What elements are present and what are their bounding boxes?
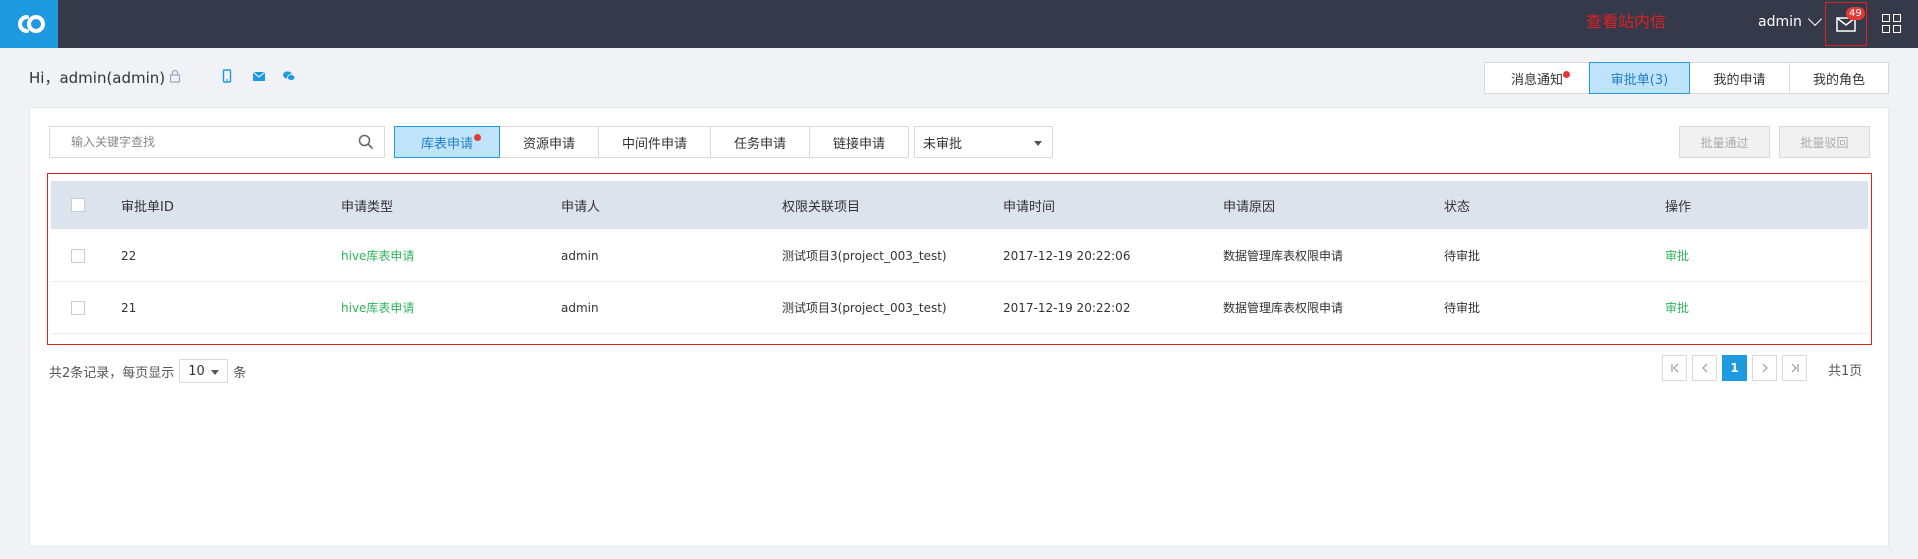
greeting: Hi，admin(admin) xyxy=(29,69,166,87)
approval-id: 21 xyxy=(121,300,137,315)
next-page-button[interactable] xyxy=(1752,355,1777,381)
tab-table-application[interactable]: 库表申请 xyxy=(394,126,500,158)
application-type-link[interactable]: hive库表申请 xyxy=(341,282,414,333)
tab-my-applications[interactable]: 我的申请 xyxy=(1689,62,1790,94)
column-header: 申请类型 xyxy=(341,199,394,215)
applicant: admin xyxy=(561,248,599,263)
top-bar: 查看站内信 admin 49 xyxy=(0,0,1918,48)
tab-label: 审批单(3) xyxy=(1610,72,1669,88)
application-reason: 数据管理库表权限申请 xyxy=(1223,301,1344,315)
tab-label: 我的申请 xyxy=(1713,72,1766,88)
total-pages: 共1页 xyxy=(1828,364,1863,379)
chevron-right-icon xyxy=(1762,363,1768,373)
tab-label: 我的角色 xyxy=(1812,72,1865,88)
search-icon[interactable] xyxy=(358,134,374,150)
tab-label: 任务申请 xyxy=(733,136,786,152)
tab-notifications[interactable]: 消息通知 xyxy=(1484,62,1590,94)
application-reason: 数据管理库表权限申请 xyxy=(1223,249,1344,263)
records-summary: 共2条记录，每页显示 10 条 xyxy=(49,359,246,383)
approval-id: 22 xyxy=(121,248,137,263)
status: 待审批 xyxy=(1444,249,1481,263)
tab-label: 库表申请 xyxy=(420,136,473,152)
last-page-icon xyxy=(1791,363,1799,373)
batch-reject-button[interactable]: 批量驳回 xyxy=(1779,126,1870,158)
email-icon[interactable] xyxy=(252,69,266,83)
application-time: 2017-12-19 20:22:02 xyxy=(1003,300,1131,315)
wechat-icon[interactable] xyxy=(282,69,296,83)
table-row: 22 hive库表申请 admin 测试项目3(project_003_test… xyxy=(51,230,1868,282)
tab-label: 链接申请 xyxy=(832,136,885,152)
status: 待审批 xyxy=(1444,301,1481,315)
related-project: 测试项目3(project_003_test) xyxy=(782,249,947,263)
row-checkbox[interactable] xyxy=(71,301,85,315)
prev-page-button[interactable] xyxy=(1692,355,1717,381)
tab-middleware-application[interactable]: 中间件申请 xyxy=(598,126,711,158)
status-select-value: 未审批 xyxy=(923,136,963,152)
user-name: admin xyxy=(1758,14,1802,30)
pagination: 1 xyxy=(1662,355,1807,381)
search-box xyxy=(49,126,385,158)
select-all-checkbox[interactable] xyxy=(71,198,85,212)
search-input[interactable] xyxy=(50,127,340,157)
table-row: 21 hive库表申请 admin 测试项目3(project_003_test… xyxy=(51,282,1868,334)
related-project: 测试项目3(project_003_test) xyxy=(782,301,947,315)
lock-icon[interactable] xyxy=(168,69,182,83)
column-header: 权限关联项目 xyxy=(782,199,861,215)
application-type-link[interactable]: hive库表申请 xyxy=(341,230,414,281)
tab-label: 中间件申请 xyxy=(621,136,687,152)
first-page-button[interactable] xyxy=(1662,355,1687,381)
user-menu[interactable]: admin xyxy=(1758,11,1822,30)
view-messages-annotation: 查看站内信 xyxy=(1586,12,1667,31)
column-header: 申请原因 xyxy=(1223,199,1276,215)
tab-resource-application[interactable]: 资源申请 xyxy=(499,126,599,158)
page-size-value: 10 xyxy=(188,363,205,379)
logo-icon xyxy=(18,15,45,33)
applicant: admin xyxy=(561,300,599,315)
message-tabs: 消息通知 审批单(3) 我的申请 我的角色 xyxy=(1484,62,1889,94)
unread-dot xyxy=(474,134,481,141)
unread-dot xyxy=(1563,71,1570,78)
mail-count-badge: 49 xyxy=(1846,7,1865,20)
apps-grid-icon[interactable] xyxy=(1882,14,1902,34)
column-header: 申请时间 xyxy=(1003,199,1056,215)
row-checkbox[interactable] xyxy=(71,249,85,263)
records-prefix: 共2条记录，每页显示 xyxy=(49,365,175,381)
app-logo[interactable] xyxy=(0,0,58,48)
mail-button[interactable]: 49 xyxy=(1825,2,1867,46)
column-header: 审批单ID xyxy=(121,199,174,215)
first-page-icon xyxy=(1670,363,1678,373)
caret-down-icon xyxy=(211,370,220,375)
column-header: 申请人 xyxy=(561,199,601,215)
chevron-down-icon xyxy=(1807,11,1822,27)
column-header: 状态 xyxy=(1444,199,1471,215)
application-time: 2017-12-19 20:22:06 xyxy=(1003,248,1131,263)
approve-link[interactable]: 审批 xyxy=(1665,282,1689,333)
phone-icon[interactable] xyxy=(220,69,234,83)
application-type-tabs: 库表申请 资源申请 中间件申请 任务申请 链接申请 xyxy=(394,126,909,158)
records-suffix: 条 xyxy=(233,365,247,381)
page-size-select[interactable]: 10 xyxy=(179,359,229,383)
tab-task-application[interactable]: 任务申请 xyxy=(710,126,810,158)
batch-approve-button[interactable]: 批量通过 xyxy=(1679,126,1770,158)
tab-my-roles[interactable]: 我的角色 xyxy=(1789,62,1889,94)
table-header: 审批单ID 申请类型 申请人 权限关联项目 申请时间 申请原因 状态 操作 xyxy=(51,181,1868,229)
page-number-button[interactable]: 1 xyxy=(1722,355,1747,381)
caret-down-icon xyxy=(1034,141,1042,146)
chevron-left-icon xyxy=(1701,363,1707,373)
last-page-button[interactable] xyxy=(1782,355,1807,381)
column-header: 操作 xyxy=(1665,199,1692,215)
tab-label: 消息通知 xyxy=(1510,72,1563,88)
approve-link[interactable]: 审批 xyxy=(1665,230,1689,281)
tab-approvals[interactable]: 审批单(3) xyxy=(1589,62,1690,94)
tab-link-application[interactable]: 链接申请 xyxy=(809,126,909,158)
tab-label: 资源申请 xyxy=(522,136,575,152)
status-select[interactable]: 未审批 xyxy=(914,126,1053,158)
